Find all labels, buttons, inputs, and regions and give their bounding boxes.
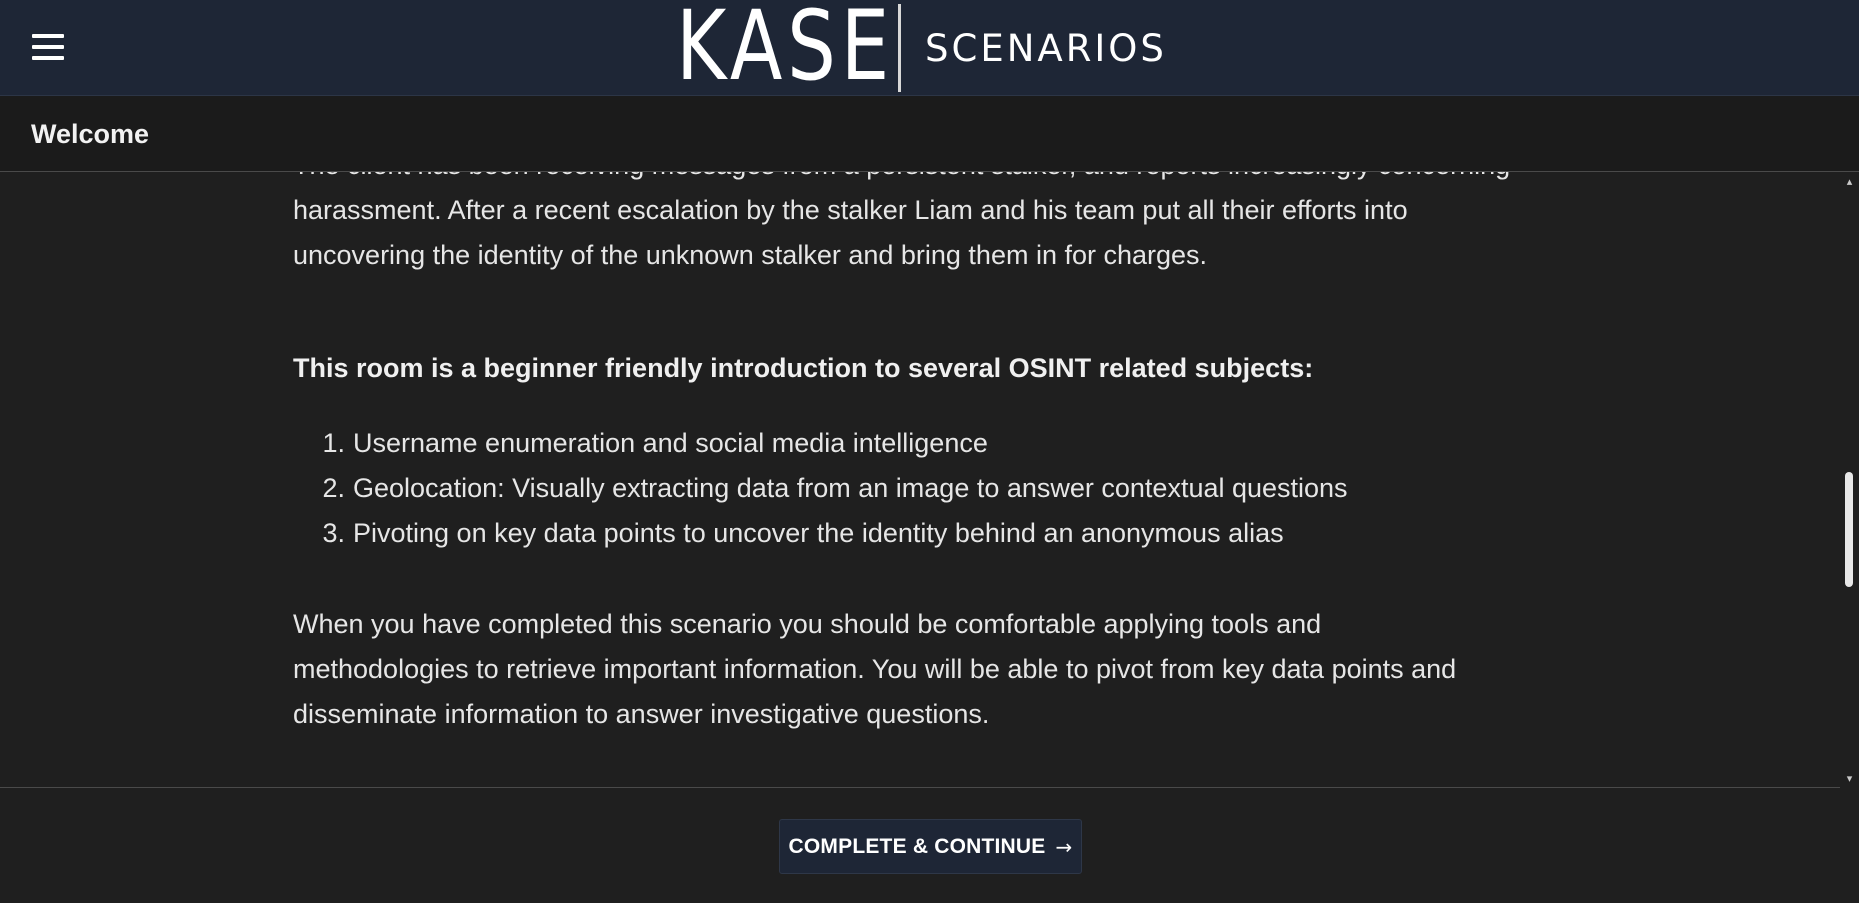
content-scrollbar[interactable]: ▴ ▾ <box>1840 172 1859 788</box>
outro-line: methodologies to retrieve important info… <box>293 654 1457 684</box>
scrollbar-thumb[interactable] <box>1845 472 1853 587</box>
complete-continue-button[interactable]: COMPLETE & CONTINUE → <box>779 819 1082 874</box>
outcome-paragraph: When you have completed this scenario yo… <box>293 602 1553 737</box>
lesson-title-bar: Welcome <box>0 96 1859 172</box>
lesson-content[interactable]: The client has been receiving messages f… <box>0 172 1859 788</box>
list-item-text: Pivoting on key data points to uncover t… <box>353 518 1284 548</box>
menu-bar-line <box>32 34 64 38</box>
lesson-footer: COMPLETE & CONTINUE → <box>0 788 1859 903</box>
logo-divider <box>898 4 901 92</box>
list-item-text: Username enumeration and social media in… <box>353 428 988 458</box>
list-item-number: 2. <box>322 473 345 503</box>
scenario-intro-paragraph: The client has been receiving messages f… <box>293 172 1553 278</box>
scroll-up-arrow-icon[interactable]: ▴ <box>1844 176 1855 187</box>
intro-line: uncovering the identity of the unknown s… <box>293 240 1208 270</box>
kase-scenarios-logo[interactable]: KASE SCENARIOS <box>676 0 1167 96</box>
list-item-text: Geolocation: Visually extracting data fr… <box>353 473 1348 503</box>
outro-line: disseminate information to answer invest… <box>293 699 990 729</box>
outro-line: When you have completed this scenario yo… <box>293 609 1322 639</box>
top-header: KASE SCENARIOS <box>0 0 1859 96</box>
logo-product-text: SCENARIOS <box>925 26 1167 70</box>
intro-line: The client has been receiving messages f… <box>293 172 1510 180</box>
subjects-heading: This room is a beginner friendly introdu… <box>293 353 1314 383</box>
list-item: 1. Username enumeration and social media … <box>293 421 1348 466</box>
menu-bar-line <box>32 56 64 60</box>
subjects-list: 1. Username enumeration and social media … <box>293 421 1348 556</box>
list-item: 3. Pivoting on key data points to uncover… <box>293 511 1348 556</box>
arrow-right-icon: → <box>1055 834 1073 859</box>
list-item: 2. Geolocation: Visually extracting data … <box>293 466 1348 511</box>
page-title: Welcome <box>31 119 150 149</box>
logo-brand-text: KASE <box>676 0 895 102</box>
continue-button-label: COMPLETE & CONTINUE <box>788 834 1046 858</box>
menu-bar-line <box>32 45 64 49</box>
intro-line: harassment. After a recent escalation by… <box>293 195 1408 225</box>
scroll-down-arrow-icon[interactable]: ▾ <box>1844 773 1855 784</box>
hamburger-menu-icon[interactable] <box>32 34 64 60</box>
list-item-number: 1. <box>322 428 345 458</box>
list-item-number: 3. <box>322 518 345 548</box>
